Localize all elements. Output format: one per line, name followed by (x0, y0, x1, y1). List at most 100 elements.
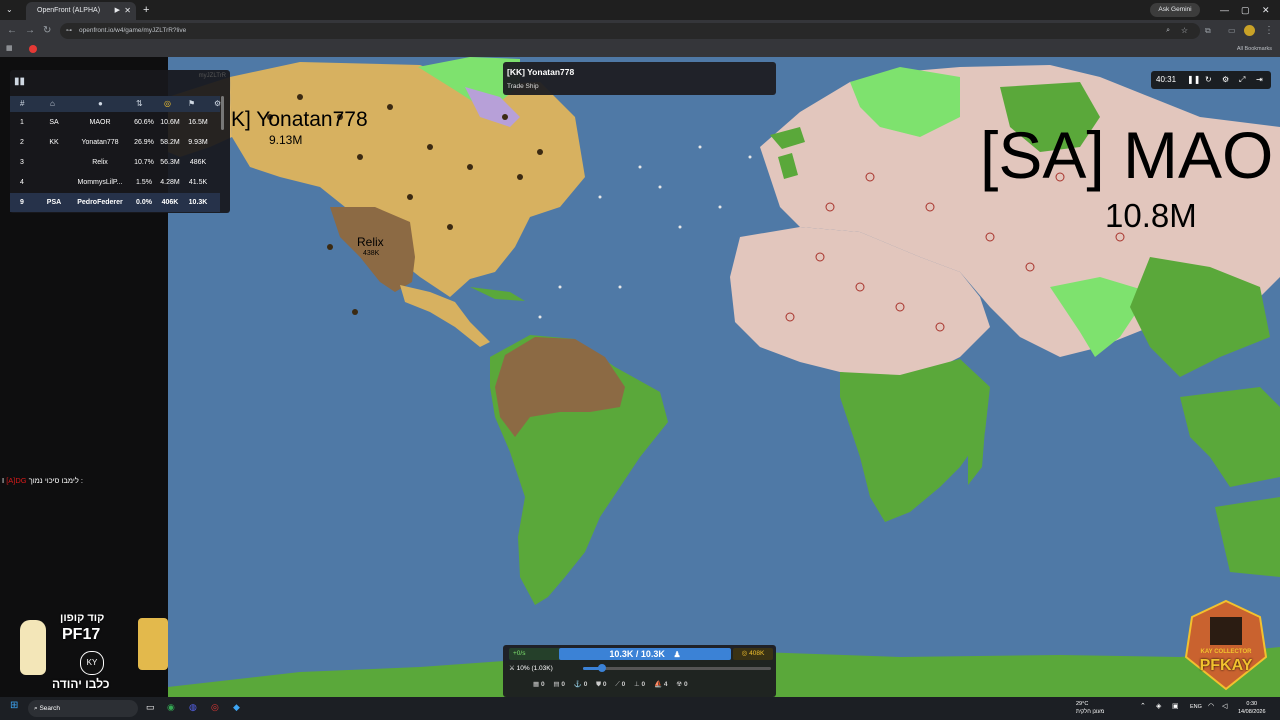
volume-icon[interactable]: ◁ (1222, 702, 1227, 710)
coupon-label: קוד קופון (60, 612, 105, 624)
search-label: Search (39, 705, 61, 712)
clock-date: 14/08/2026 (1238, 709, 1266, 715)
tooltip-subtitle: Trade Ship (507, 83, 539, 90)
gold-icon[interactable]: ◎ (164, 96, 171, 112)
city-count: 0 (540, 681, 545, 688)
window-close-icon[interactable]: ✕ (1262, 3, 1270, 17)
chat-message: I [A]DG לימבו סיכוי נמוך : (2, 476, 83, 485)
row-name: MommysLilP... (77, 179, 123, 186)
territory-sort-icon[interactable]: ⇅ (136, 96, 143, 112)
chrome-icon[interactable]: ◉ (167, 702, 175, 713)
task-view-icon[interactable]: ▭ (146, 702, 155, 713)
windows-start-icon[interactable]: ⊞ (10, 700, 18, 711)
browser-tab[interactable]: OpenFront (ALPHA) ▶ ✕ (26, 2, 136, 20)
url-field[interactable]: ⊶ openfront.io/w4/game/myJZLTrR?live ⌕ ☆ (60, 23, 1200, 39)
site-info-icon[interactable]: ⊶ (66, 23, 72, 39)
nuke-build-button[interactable]: ☢ 0 (676, 681, 687, 688)
reload-icon[interactable]: ↻ (43, 24, 51, 38)
central-america-land (400, 285, 490, 347)
cast-icon[interactable]: ▭ (1228, 24, 1236, 38)
extensions-icon[interactable]: ⧉ (1205, 24, 1211, 38)
tray-chevron-icon[interactable]: ⌃ (1140, 702, 1146, 710)
fullscreen-icon[interactable]: ⤢ (1239, 71, 1245, 89)
wifi-icon[interactable]: ◠ (1208, 702, 1214, 710)
leaderboard-row[interactable]: 4 MommysLilP... 1.5% 4.28M 41.5K (10, 173, 220, 192)
perfume-bottle-right (138, 618, 168, 670)
youtube-bookmark-icon[interactable] (29, 45, 37, 53)
slider-knob[interactable] (597, 664, 606, 672)
taskbar-search[interactable]: ⌕ Search (28, 700, 138, 717)
weather-widget[interactable]: 29°C מעונן חלקית (1076, 700, 1104, 716)
new-tab-icon[interactable]: + (143, 2, 149, 18)
attack-ratio-text: 10% (1.03K) (516, 665, 553, 672)
all-bookmarks-link[interactable]: All Bookmarks (1237, 44, 1272, 55)
build-menu: ▦ 0 ▤ 0 ⚓ 0 ⛊ 0 ⟋ 0 ⊥ 0 ⛵ 4 ☢ 0 (533, 680, 695, 689)
port-build-button[interactable]: ⚓ 0 (574, 681, 588, 688)
zoom-icon[interactable]: ⌕ (1166, 23, 1170, 39)
defense-count: 0 (602, 681, 607, 688)
row-tag: KK (49, 139, 59, 146)
troop-count-bar: 10.3K / 10.3K ♟ (559, 648, 731, 660)
tab-audio-icon[interactable]: ▶ (115, 2, 120, 20)
row-tag: PSA (46, 199, 62, 206)
leaderboard-row[interactable]: 3 Relix 10.7% 56.3M 486K (10, 153, 220, 172)
restart-icon[interactable]: ↻ (1205, 71, 1212, 89)
maximize-icon[interactable]: ▢ (1241, 3, 1250, 17)
apps-icon[interactable]: ▦ (6, 44, 13, 52)
bookmarks-bar: ▦ All Bookmarks (0, 42, 1280, 57)
tooltip-title: [KK] Yonatan778 (507, 67, 575, 77)
menu-icon[interactable]: ⋮ (1264, 24, 1274, 38)
discord-icon[interactable]: ◍ (189, 702, 197, 713)
pause-icon[interactable]: ❚❚ (1187, 71, 1200, 89)
settings-gear-icon[interactable]: ⚙ (1222, 71, 1229, 89)
minimize-icon[interactable]: — (1220, 3, 1229, 17)
sword-icon: ⚔ (509, 665, 515, 672)
tray-app2-icon[interactable]: ▣ (1172, 702, 1179, 710)
app-icon[interactable]: ◆ (233, 702, 240, 713)
sam-build-button[interactable]: ⊥ 0 (634, 681, 645, 688)
warship-build-button[interactable]: ⛵ 4 (654, 681, 668, 688)
ask-gemini-button[interactable]: Ask Gemini (1150, 3, 1200, 17)
chat-prefix: I (2, 476, 5, 485)
exit-icon[interactable]: ⇥ (1256, 71, 1263, 89)
warship-count: 4 (663, 681, 668, 688)
tab-close-icon[interactable]: ✕ (124, 2, 131, 20)
profile-avatar[interactable] (1244, 25, 1255, 36)
player-icon[interactable]: ● (98, 96, 103, 112)
forward-icon[interactable]: → (25, 24, 35, 38)
gemini-label: Ask Gemini (1158, 6, 1192, 13)
defense-build-button[interactable]: ⛊ 0 (596, 681, 606, 688)
leaderboard-row-self[interactable]: 9 PSA PedroFederer 0.0% 406K 10.3K (10, 193, 220, 212)
rank-header[interactable]: # (20, 96, 24, 112)
factory-build-button[interactable]: ▤ 0 (553, 681, 565, 688)
badge-text: KY (86, 658, 98, 667)
leaderboard-scrollbar[interactable] (221, 96, 224, 130)
star-icon[interactable]: ☆ (1181, 23, 1188, 39)
row-rank: 3 (20, 159, 24, 166)
tray-app-icon[interactable]: ◈ (1156, 702, 1161, 710)
ky-badge: KY (80, 651, 104, 675)
language-indicator[interactable]: ENG (1190, 704, 1202, 710)
back-icon[interactable]: ← (7, 24, 17, 38)
leaderboard-row[interactable]: 2 KK Yonatan778 26.9% 58.2M 9.93M (10, 133, 220, 152)
row-tag: SA (49, 119, 59, 126)
yonatan-map-label: K] Yonatan778 (231, 108, 368, 131)
taskbar-clock[interactable]: 0:30 14/08/2026 (1238, 700, 1266, 716)
missile-build-button[interactable]: ⟋ 0 (615, 681, 625, 688)
obs-icon[interactable]: ◎ (211, 702, 219, 713)
search-icon: ⌕ (34, 705, 38, 712)
troops-icon[interactable]: ⚑ (188, 96, 195, 112)
australia-land (1215, 497, 1280, 577)
attack-ratio-slider[interactable] (583, 664, 771, 672)
leaderboard-row[interactable]: 1 SA MAOR 60.6% 10.6M 16.5M (10, 113, 220, 132)
relix-map-label: Relix (357, 235, 384, 249)
bank-icon[interactable]: ⌂ (50, 96, 55, 112)
logo-line1: KAY COLLECTOR (1200, 649, 1252, 655)
city-build-button[interactable]: ▦ 0 (533, 681, 545, 688)
address-bar-row: ← → ↻ ⊶ openfront.io/w4/game/myJZLTrR?li… (0, 20, 1280, 42)
tab-search-icon[interactable]: ⌄ (6, 2, 13, 18)
leaderboard-toggle-icon[interactable]: ▮▮ (14, 74, 25, 90)
row-owned: 60.6% (134, 119, 154, 126)
row-owned: 0.0% (136, 199, 152, 206)
game-viewport[interactable]: K] Yonatan778 9.13M Relix 438K [SA] MAO … (0, 57, 1280, 697)
